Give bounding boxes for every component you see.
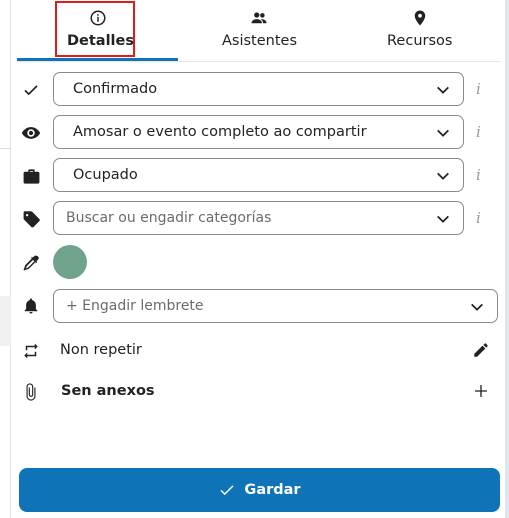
- color-picker[interactable]: [53, 245, 87, 279]
- panel-shade: [0, 296, 11, 346]
- save-button[interactable]: Gardar: [19, 468, 500, 512]
- left-panel-edge: [0, 0, 11, 518]
- scrollbar-track[interactable]: [505, 0, 509, 518]
- eye-icon: [21, 123, 41, 143]
- info-marker[interactable]: i: [476, 123, 486, 141]
- info-marker[interactable]: i: [476, 166, 486, 184]
- status-value: Confirmado: [73, 81, 158, 97]
- chevron-down-icon: [437, 129, 449, 137]
- tab-detalles[interactable]: Detalles: [17, 0, 178, 62]
- active-tab-indicator: [17, 58, 178, 61]
- people-icon: [251, 12, 267, 24]
- repeat-label[interactable]: Non repetir: [60, 342, 142, 358]
- panel-divider: [0, 148, 11, 149]
- check-icon: [21, 80, 41, 100]
- paperclip-icon: [21, 382, 41, 402]
- save-button-label: Gardar: [244, 482, 301, 498]
- tab-recursos[interactable]: Recursos: [339, 0, 501, 62]
- info-marker[interactable]: i: [476, 80, 486, 98]
- visibility-value: Amosar o evento completo ao compartir: [73, 124, 367, 140]
- categories-placeholder: Buscar ou engadir categorías: [66, 210, 272, 226]
- chevron-down-icon: [437, 86, 449, 94]
- chevron-down-icon: [471, 303, 483, 311]
- briefcase-icon: [21, 166, 41, 186]
- plus-icon[interactable]: [471, 381, 491, 401]
- repeat-icon: [21, 341, 41, 361]
- check-icon: [220, 485, 234, 496]
- status-select[interactable]: Confirmado: [53, 72, 464, 106]
- reminder-select[interactable]: + Engadir lembrete: [53, 289, 498, 323]
- tab-label: Detalles: [67, 33, 134, 49]
- tab-label: Asistentes: [222, 33, 298, 49]
- info-marker[interactable]: i: [476, 209, 486, 227]
- pencil-icon[interactable]: [471, 340, 491, 360]
- reminder-placeholder: + Engadir lembrete: [66, 298, 204, 314]
- attachments-label: Sen anexos: [61, 383, 155, 399]
- map-pin-icon: [414, 10, 426, 26]
- availability-select[interactable]: Ocupado: [53, 158, 464, 192]
- categories-input[interactable]: Buscar ou engadir categorías: [53, 201, 464, 235]
- availability-value: Ocupado: [73, 167, 138, 183]
- tab-label: Recursos: [387, 33, 453, 49]
- bell-icon: [21, 296, 41, 316]
- info-circle-icon: [90, 10, 106, 26]
- tab-bar: Detalles Asistentes Recursos: [17, 0, 501, 62]
- tab-asistentes[interactable]: Asistentes: [178, 0, 339, 62]
- visibility-select[interactable]: Amosar o evento completo ao compartir: [53, 115, 464, 149]
- tag-icon: [21, 209, 41, 229]
- chevron-down-icon: [437, 215, 449, 223]
- chevron-down-icon: [437, 172, 449, 180]
- eyedropper-icon: [21, 253, 41, 273]
